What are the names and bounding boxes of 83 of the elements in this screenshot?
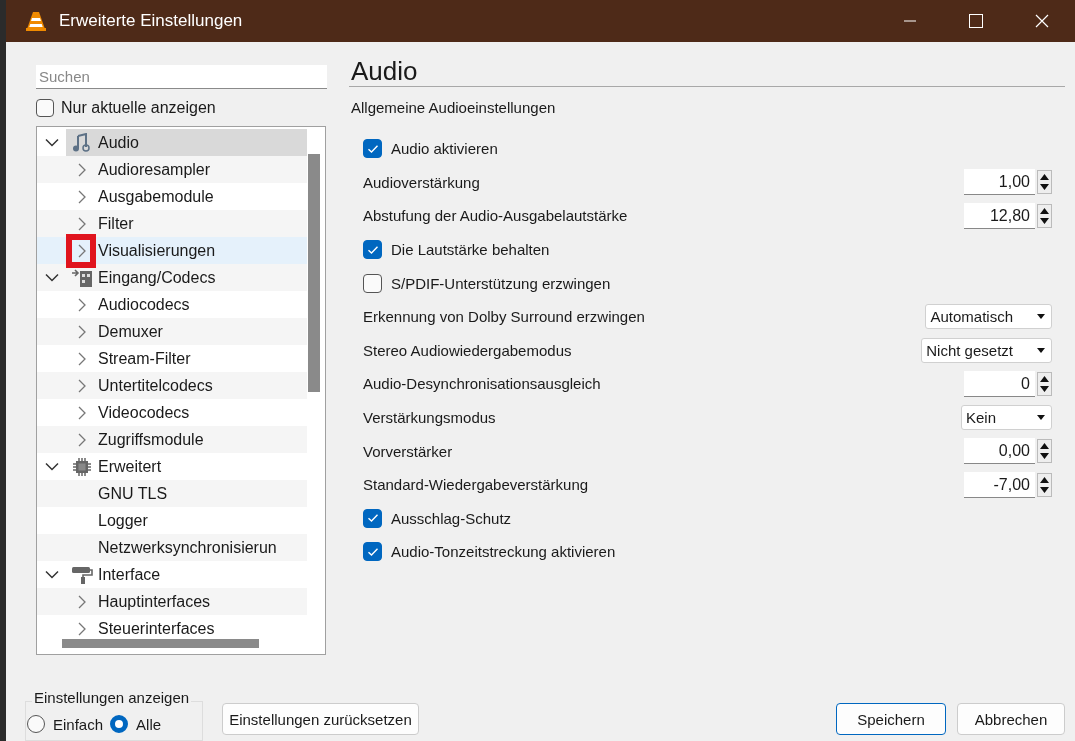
tree-item[interactable]: Ausgabemodule xyxy=(98,183,214,210)
chip-icon xyxy=(72,456,92,477)
checkbox[interactable] xyxy=(363,508,382,528)
checkbox-label: Ausschlag-Schutz xyxy=(391,509,512,527)
checkbox[interactable] xyxy=(363,240,382,260)
radio-button[interactable] xyxy=(110,715,129,733)
chevron-right-icon[interactable] xyxy=(78,189,86,204)
chevron-right-icon[interactable] xyxy=(78,432,86,447)
dropdown[interactable]: Automatisch xyxy=(925,304,1052,330)
checkbox[interactable] xyxy=(363,273,382,293)
checkbox-label: S/PDIF-Unterstützung erzwingen xyxy=(391,274,611,292)
chevron-right-icon[interactable] xyxy=(78,621,86,636)
tree-item[interactable]: Audiocodecs xyxy=(98,291,190,318)
setting-label: Standard-Wiedergabeverstärkung xyxy=(363,476,589,494)
section-heading: Allgemeine Audioeinstellungen xyxy=(351,99,557,116)
tree-item[interactable]: Audio xyxy=(98,129,307,156)
checkbox[interactable] xyxy=(36,99,54,117)
chevron-down-icon[interactable] xyxy=(44,462,59,471)
vertical-scrollbar[interactable] xyxy=(308,154,320,392)
chevron-right-icon[interactable] xyxy=(78,405,86,420)
chevron-right-icon[interactable] xyxy=(78,162,86,177)
setting-label: Audioverstärkung xyxy=(363,173,480,191)
traffic-cone-icon xyxy=(25,10,47,32)
chevron-right-icon[interactable] xyxy=(78,243,86,258)
tree-item[interactable]: Logger xyxy=(98,507,148,534)
input-icon xyxy=(71,267,93,288)
checkmark-icon xyxy=(366,143,379,154)
caret-down-icon xyxy=(1037,415,1045,421)
caret-down-icon xyxy=(1037,314,1045,320)
chevron-down-icon[interactable] xyxy=(44,570,59,579)
cancel-button[interactable]: Abbrechen xyxy=(957,703,1065,735)
tree-item[interactable]: Filter xyxy=(98,210,134,237)
setting-label: Vorverstärker xyxy=(363,442,453,460)
music-note-icon xyxy=(72,132,92,153)
chevron-right-icon[interactable] xyxy=(78,297,86,312)
spin-arrows-icon[interactable] xyxy=(1037,472,1052,497)
checkmark-icon xyxy=(366,546,379,557)
save-button[interactable]: Speichern xyxy=(836,703,946,735)
checkmark-icon xyxy=(366,244,379,255)
chevron-right-icon[interactable] xyxy=(78,378,86,393)
spin-arrows-icon[interactable] xyxy=(1037,371,1052,396)
tree-item[interactable]: Videocodecs xyxy=(98,399,190,426)
checkbox-label: Nur aktuelle anzeigen xyxy=(61,99,216,117)
setting-label: Abstufung der Audio-Ausgabelautstärke xyxy=(363,207,628,225)
spin-arrows-icon[interactable] xyxy=(1037,439,1052,464)
tree-item[interactable]: Erweitert xyxy=(98,453,162,480)
tree-item[interactable]: Steuerinterfaces xyxy=(98,615,215,636)
chevron-right-icon[interactable] xyxy=(78,594,86,609)
setting-label: Stereo Audiowiedergabemodus xyxy=(363,341,572,359)
chevron-right-icon[interactable] xyxy=(78,216,86,231)
reset-button[interactable]: Einstellungen zurücksetzen xyxy=(222,703,419,735)
checkbox-label: Audio aktivieren xyxy=(391,140,498,158)
group-title: Einstellungen anzeigen xyxy=(32,689,192,706)
minimize-icon xyxy=(904,20,916,22)
setting-label: Erkennung von Dolby Surround erzwingen xyxy=(363,308,645,326)
radio-button[interactable] xyxy=(27,715,45,733)
dropdown[interactable]: Kein xyxy=(961,405,1052,431)
spin-arrows-icon[interactable] xyxy=(1037,170,1052,195)
setting-label: Audio-Desynchronisationsausgleich xyxy=(363,375,601,393)
checkbox-label: Die Lautstärke behalten xyxy=(391,241,550,259)
radio-label: Alle xyxy=(136,715,162,733)
spin-arrows-icon[interactable] xyxy=(1037,204,1052,228)
radio-label: Einfach xyxy=(53,715,104,733)
paint-roller-icon xyxy=(71,564,93,585)
checkbox[interactable] xyxy=(363,139,382,159)
maximize-icon xyxy=(969,14,983,28)
dropdown[interactable]: Nicht gesetzt xyxy=(921,337,1052,363)
tree-item[interactable]: Interface xyxy=(98,561,161,588)
chevron-right-icon[interactable] xyxy=(78,351,86,366)
checkmark-icon xyxy=(366,513,379,524)
close-icon xyxy=(1035,14,1049,28)
checkbox[interactable] xyxy=(363,542,382,562)
tree-item[interactable]: Stream-Filter xyxy=(98,345,191,372)
caret-down-icon xyxy=(1037,347,1045,353)
setting-label: Verstärkungsmodus xyxy=(363,409,496,427)
horizontal-scrollbar[interactable] xyxy=(62,639,259,648)
checkbox-label: Audio-Tonzeitstreckung aktivieren xyxy=(391,543,616,561)
chevron-right-icon[interactable] xyxy=(78,324,86,339)
search-field[interactable]: Suchen xyxy=(36,65,327,89)
chevron-down-icon[interactable] xyxy=(44,138,59,147)
page-title: Audio xyxy=(350,56,419,88)
chevron-down-icon[interactable] xyxy=(44,273,59,282)
window-title: Erweiterte Einstellungen xyxy=(59,11,244,31)
